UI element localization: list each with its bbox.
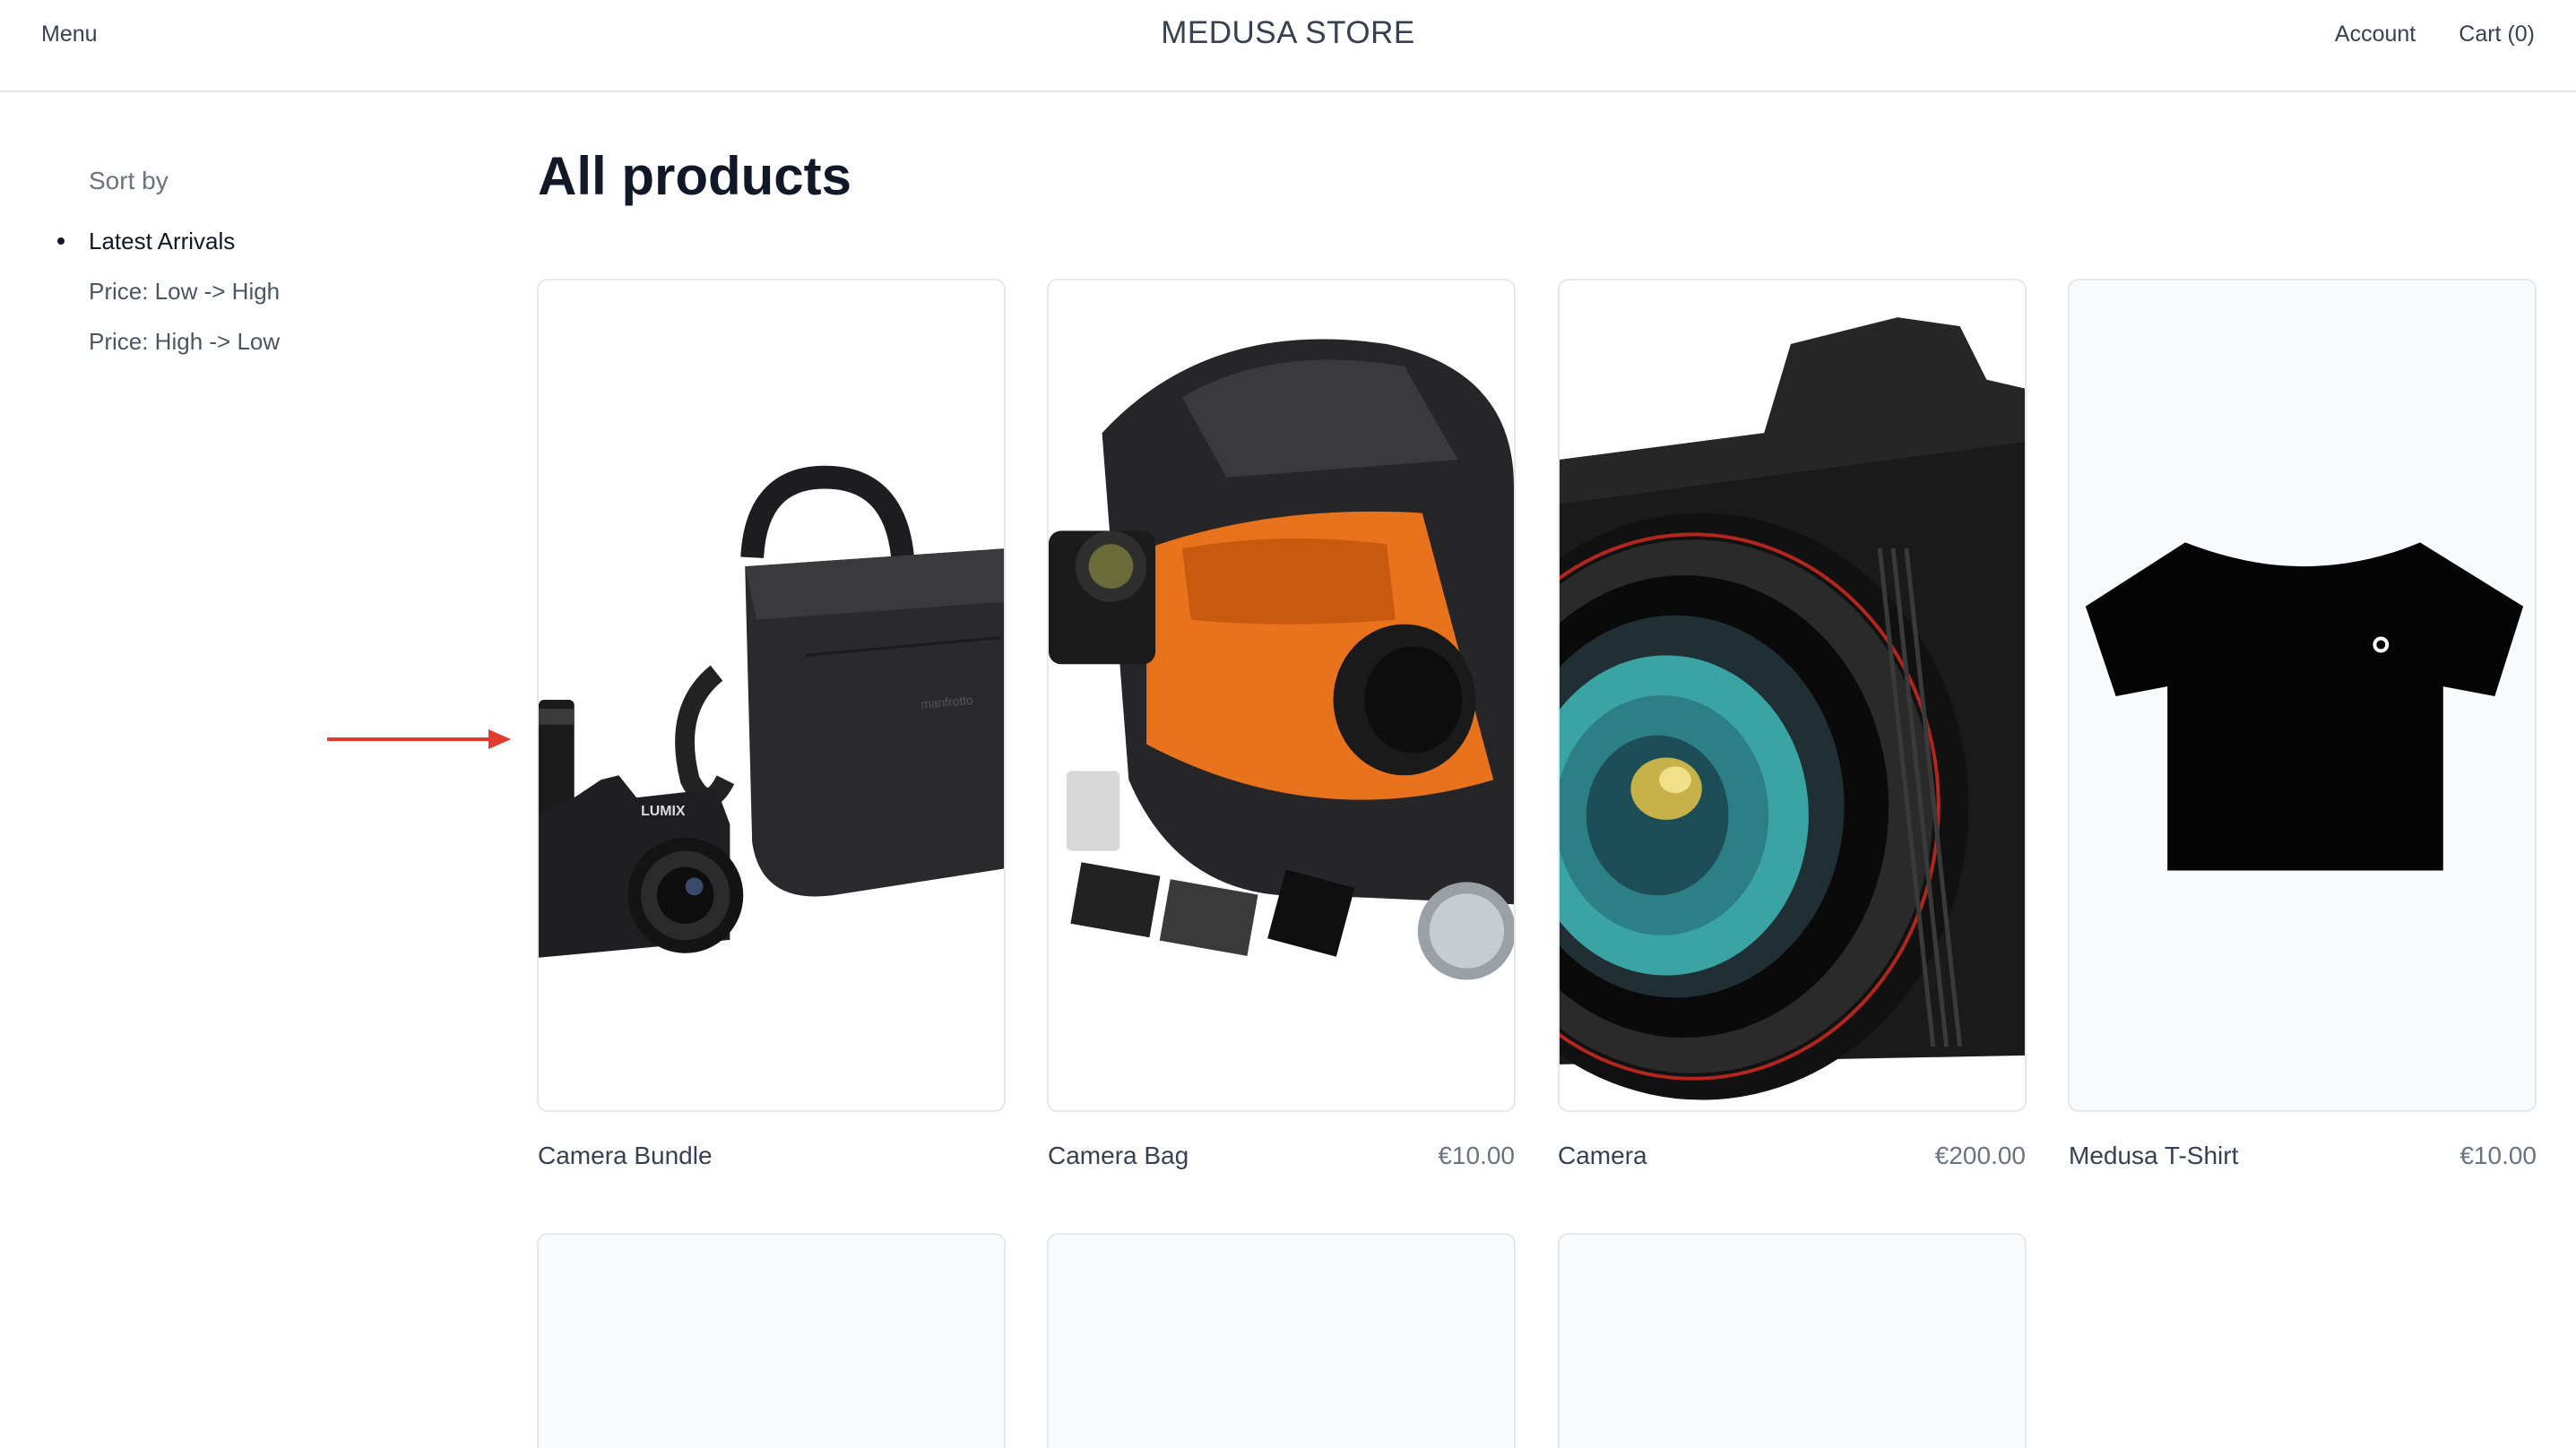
- sort-option-price-low-high[interactable]: Price: Low -> High: [89, 276, 280, 326]
- product-card-placeholder[interactable]: [1047, 1233, 1516, 1448]
- sort-option-label: Price: High -> Low: [89, 328, 281, 355]
- sort-option-latest-arrivals[interactable]: Latest Arrivals: [57, 226, 280, 276]
- cart-link[interactable]: Cart (0): [2459, 22, 2535, 47]
- product-card-camera-bag[interactable]: [1047, 279, 1516, 1112]
- sort-by-label: Sort by: [89, 167, 169, 194]
- product-card-camera[interactable]: [1558, 279, 2027, 1112]
- product-name[interactable]: Camera: [1558, 1142, 1647, 1170]
- sort-option-label: Price: Low -> High: [89, 278, 281, 305]
- camera-lens-image: [1560, 281, 2025, 1109]
- product-name[interactable]: Camera Bundle: [538, 1142, 713, 1170]
- sort-option-label: Latest Arrivals: [89, 228, 236, 254]
- top-navigation: Menu MEDUSA STORE Account Cart (0): [0, 0, 2576, 92]
- product-card-medusa-tshirt[interactable]: [2068, 279, 2537, 1112]
- store-page: Menu MEDUSA STORE Account Cart (0) Sort …: [0, 0, 2576, 1448]
- product-name[interactable]: Medusa T-Shirt: [2069, 1142, 2238, 1170]
- camera-bag-image: [1049, 281, 1514, 1109]
- page-title: All products: [538, 146, 852, 206]
- tshirt-image: [2070, 281, 2535, 1109]
- product-price: €10.00: [2459, 1142, 2537, 1169]
- sort-option-price-high-low[interactable]: Price: High -> Low: [89, 326, 280, 376]
- camera-bundle-image: manfrotto LUMIX: [539, 281, 1004, 1109]
- product-card-camera-bundle[interactable]: manfrotto LUMIX: [537, 279, 1006, 1112]
- account-link[interactable]: Account: [2335, 22, 2416, 47]
- product-price: €200.00: [1934, 1142, 2026, 1169]
- svg-text:LUMIX: LUMIX: [641, 804, 686, 819]
- annotation-arrow-icon: [327, 729, 511, 749]
- selected-indicator: [57, 237, 65, 245]
- nav-right-group: Account Cart (0): [2335, 22, 2535, 47]
- product-price: €10.00: [1438, 1142, 1515, 1169]
- product-name[interactable]: Camera Bag: [1048, 1142, 1189, 1170]
- menu-button[interactable]: Menu: [41, 22, 98, 47]
- product-card-placeholder[interactable]: [1558, 1233, 2027, 1448]
- product-card-placeholder[interactable]: [537, 1233, 1006, 1448]
- store-brand: MEDUSA STORE: [0, 15, 2576, 51]
- sort-options: Latest Arrivals Price: Low -> High Price…: [57, 226, 280, 376]
- store-logo-link[interactable]: MEDUSA STORE: [1161, 15, 1414, 50]
